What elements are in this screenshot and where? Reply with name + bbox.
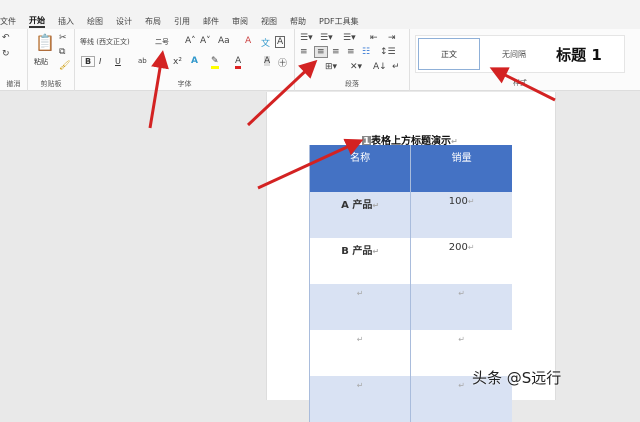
annotation-arrows: [148, 50, 556, 190]
arrow-to-caption: [257, 138, 364, 190]
arrow-to-normal-style: [489, 67, 556, 102]
arrow-to-center-align: [246, 59, 318, 127]
arrow-to-font-size: [148, 50, 169, 129]
